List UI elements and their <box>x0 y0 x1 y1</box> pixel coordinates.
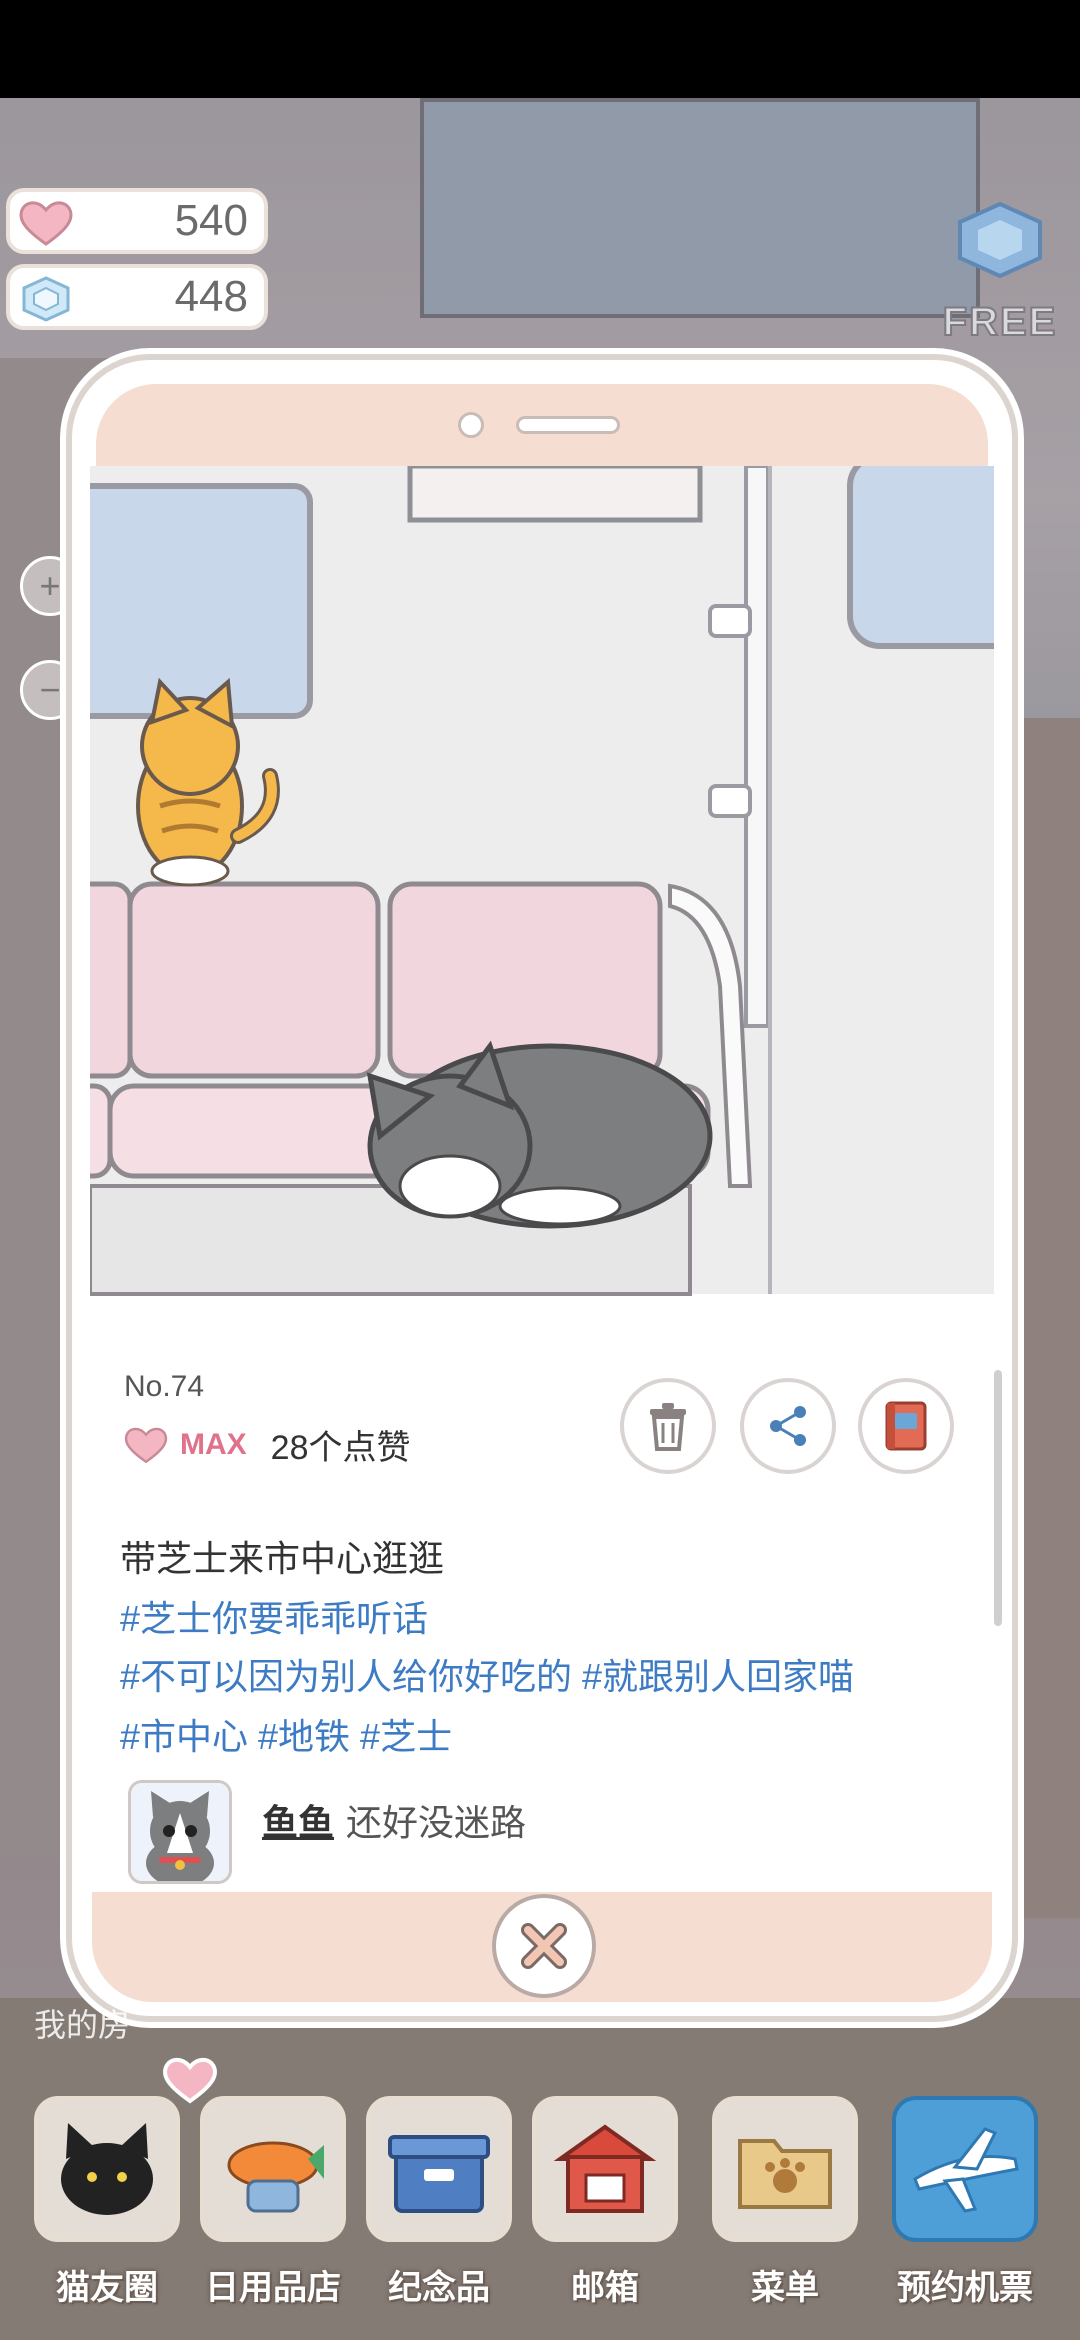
heart-icon <box>19 201 73 246</box>
avatar[interactable] <box>128 1780 232 1884</box>
nav-label: 邮箱 <box>571 2269 639 2307</box>
cat-avatar-icon <box>131 1783 229 1881</box>
box-icon <box>388 2135 490 2213</box>
nav-label: 纪念品 <box>388 2269 490 2307</box>
post-tags-line: #芝士你要乖乖听话 <box>120 1598 429 1639</box>
nav-label: 猫友圈 <box>56 2269 158 2307</box>
comment-text: 还好没迷路 <box>346 1802 527 1843</box>
phone-top-bar <box>96 384 988 466</box>
nav-label: 日用品店 <box>205 2269 341 2307</box>
delete-post-button[interactable] <box>620 1378 716 1474</box>
comment-author[interactable]: 鱼鱼 <box>262 1794 334 1846</box>
hearts-counter: 540 <box>6 188 268 254</box>
nav-tile <box>366 2096 512 2242</box>
nav-cat-friends[interactable]: 猫友圈 <box>22 2060 192 2320</box>
post-photo <box>90 466 994 1370</box>
close-icon <box>521 1923 567 1969</box>
post-caption: 带芝士来市中心逛逛 <box>120 1538 445 1579</box>
nav-souvenirs[interactable]: 纪念品 <box>354 2060 524 2320</box>
folder-icon <box>738 2139 832 2209</box>
like-count: 28个点赞 <box>270 1429 411 1467</box>
gems-value: 448 <box>174 272 248 321</box>
nav-mailbox[interactable]: 邮箱 <box>520 2060 690 2320</box>
post-tags-line: #不可以因为别人给你好吃的 #就跟别人回家喵 <box>120 1656 855 1697</box>
zoom-in-label: + <box>39 565 61 606</box>
mailbox-icon <box>553 2124 657 2213</box>
post-number: No.74 <box>124 1370 205 1403</box>
speaker-slot <box>516 416 620 434</box>
nav-label: 菜单 <box>751 2269 819 2307</box>
close-button[interactable] <box>492 1894 596 1998</box>
shop-icon <box>227 2141 324 2213</box>
free-label: FREE <box>942 299 1058 345</box>
nav-tile <box>34 2096 180 2242</box>
nav-menu[interactable]: 菜单 <box>700 2060 870 2320</box>
bottom-navigation: 猫友圈 日用品店 纪念品 邮箱 菜单 预约机票 <box>0 2060 1080 2340</box>
gem-icon <box>22 276 70 322</box>
like-level: MAX <box>180 1427 247 1461</box>
share-post-button[interactable] <box>740 1378 836 1474</box>
subway-cats-illustration <box>90 466 994 1370</box>
zoom-out-label: − <box>39 669 61 710</box>
status-bar <box>0 0 1080 98</box>
nav-daily-shop[interactable]: 日用品店 <box>188 2060 358 2320</box>
my-room-label[interactable]: 我的房 <box>34 2000 130 2046</box>
black-cat-icon <box>61 2123 153 2215</box>
nav-label: 预约机票 <box>897 2269 1033 2307</box>
album-button[interactable] <box>858 1378 954 1474</box>
nav-tile <box>892 2096 1038 2242</box>
trash-icon <box>650 1403 686 1451</box>
share-icon <box>770 1406 806 1446</box>
post-tags-line: #市中心 #地铁 #芝士 <box>120 1716 453 1757</box>
nav-tile <box>712 2096 858 2242</box>
hearts-value: 540 <box>174 196 248 245</box>
gems-counter: 448 <box>6 264 268 330</box>
heart-icon <box>124 1427 168 1463</box>
album-icon <box>885 1401 927 1451</box>
nav-tile <box>532 2096 678 2242</box>
scrollbar[interactable] <box>994 1370 1002 1626</box>
nav-tile <box>200 2096 346 2242</box>
nav-book-flight[interactable]: 预约机票 <box>880 2060 1050 2320</box>
gem-icon <box>958 201 1042 279</box>
free-gem-button[interactable]: FREE <box>930 200 1070 345</box>
photo-post-dialog: No.74 MAX 28个点赞 带芝士来市中心逛逛 #芝士你要乖乖听话 #不可以… <box>66 354 1018 2022</box>
likes-row: MAX 28个点赞 <box>122 1420 411 1469</box>
camera-dot <box>458 412 484 438</box>
airplane-icon <box>913 2127 1019 2213</box>
